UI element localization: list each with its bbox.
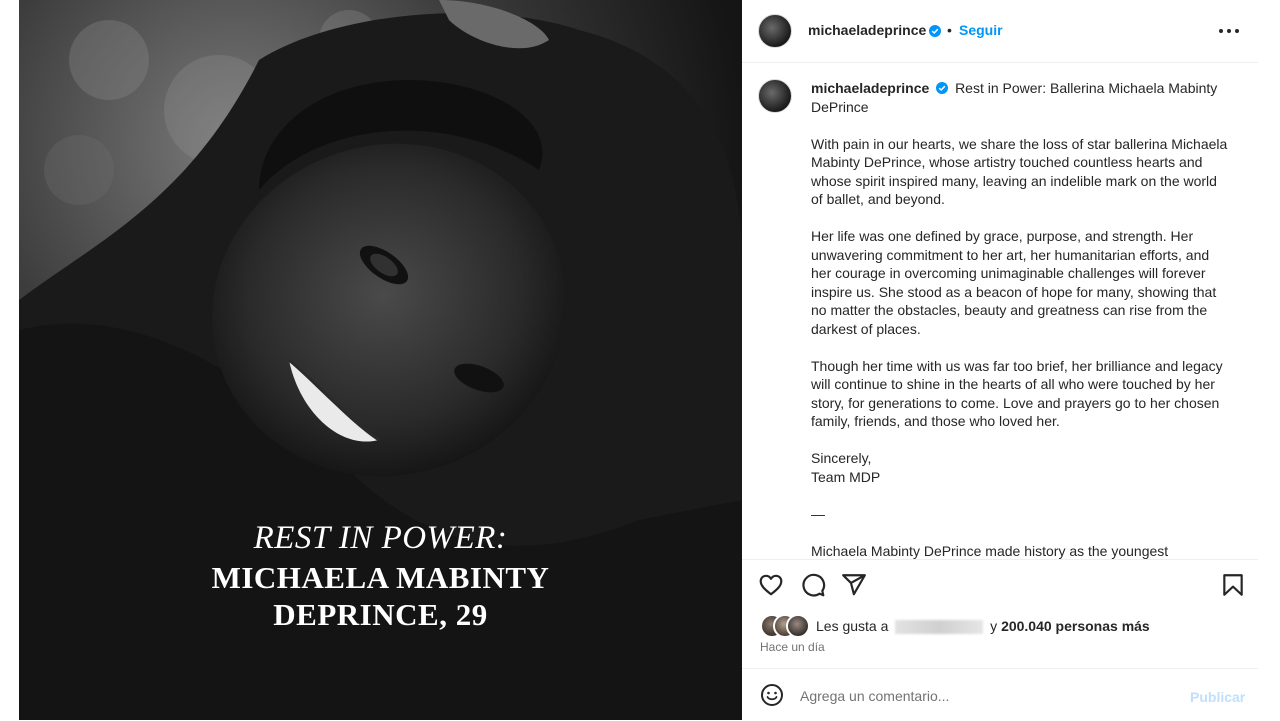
- caption-paragraph: Her life was one defined by grace, purpo…: [811, 228, 1217, 337]
- caption-divider: —: [811, 505, 825, 522]
- header-username[interactable]: michaeladeprince: [808, 22, 926, 38]
- likes-prefix: Les gusta a: [816, 618, 889, 634]
- caption-section: michaeladeprince Rest in Power: Ballerin…: [742, 63, 1258, 559]
- caption-text: michaeladeprince Rest in Power: Ballerin…: [811, 79, 1231, 559]
- caption-paragraph: Michaela Mabinty DePrince made history a…: [811, 542, 1169, 559]
- overlay-line-2: MICHAELA MABINTY: [211, 560, 550, 595]
- likes-suffix: y: [990, 618, 998, 634]
- post-image[interactable]: REST IN POWER: MICHAELA MABINTY DEPRINCE…: [19, 0, 742, 720]
- likes-text: Les gusta a y 200.040 personas más: [816, 618, 1150, 635]
- share-icon[interactable]: [841, 572, 867, 598]
- avatar[interactable]: [758, 14, 792, 48]
- comment-input[interactable]: [798, 681, 1162, 711]
- likes-count[interactable]: 200.040 personas más: [1001, 618, 1150, 634]
- likes-summary[interactable]: Les gusta a y 200.040 personas más: [760, 614, 1240, 638]
- caption-signoff: Sincerely,: [811, 450, 872, 466]
- overlay-line-1: REST IN POWER:: [253, 520, 508, 556]
- blurred-username[interactable]: [895, 620, 984, 635]
- save-icon[interactable]: [1220, 572, 1246, 598]
- comment-bar: Publicar: [742, 668, 1258, 721]
- post-side-panel: michaeladeprince • Seguir michaeladeprin…: [742, 0, 1258, 720]
- follow-button[interactable]: Seguir: [959, 22, 1003, 38]
- caption-avatar[interactable]: [758, 79, 792, 113]
- caption-paragraph: With pain in our hearts, we share the lo…: [811, 135, 1228, 208]
- caption-signature: Team MDP: [811, 468, 881, 485]
- action-bar: [742, 559, 1258, 610]
- emoji-icon[interactable]: [760, 683, 784, 707]
- more-options-icon[interactable]: [1216, 22, 1242, 40]
- publish-button[interactable]: Publicar: [1190, 689, 1245, 705]
- post-header: michaeladeprince • Seguir: [742, 0, 1258, 63]
- liker-avatar: [786, 614, 810, 638]
- post-timestamp[interactable]: Hace un día: [760, 640, 825, 654]
- verified-badge-icon: [929, 25, 941, 37]
- caption-paragraph: Though her time with us was far too brie…: [811, 357, 1223, 430]
- comment-icon[interactable]: [800, 572, 826, 598]
- overlay-line-3: DEPRINCE, 29: [273, 597, 488, 632]
- heart-icon[interactable]: [758, 572, 784, 598]
- caption-username[interactable]: michaeladeprince: [811, 80, 929, 96]
- verified-badge-icon: [936, 82, 949, 94]
- separator-dot: •: [947, 22, 952, 38]
